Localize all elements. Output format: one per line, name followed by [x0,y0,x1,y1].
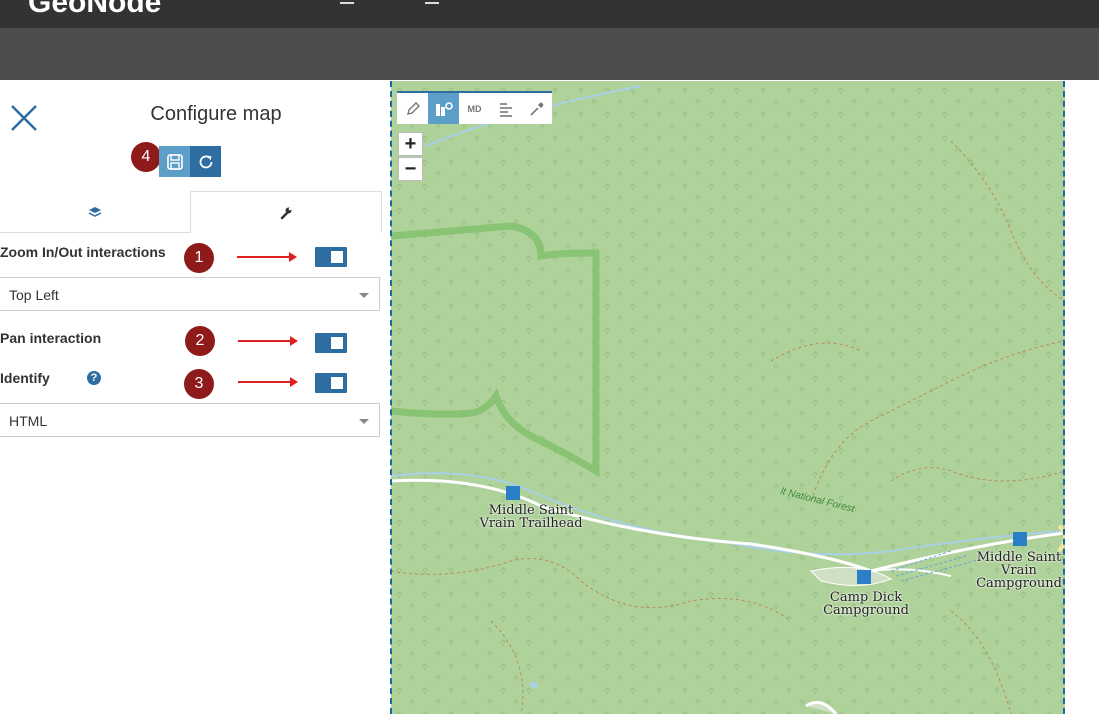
tab-tools[interactable] [190,191,382,233]
secondary-toolbar [0,28,1099,80]
pan-interaction-toggle[interactable] [315,333,347,353]
text-align-button[interactable] [490,93,521,124]
campground-icon[interactable] [1013,532,1027,546]
save-icon [166,153,183,170]
tab-layers[interactable] [0,192,190,233]
zoom-position-value: Top Left [9,287,59,303]
color-picker-button[interactable] [521,93,552,124]
annotation-badge-4: 4 [131,142,161,172]
middle-saint-vrain-campground-label: Middle Saint Vrain Campground [976,550,1062,591]
annotation-badge-1: 1 [184,243,214,273]
refresh-icon [199,155,212,168]
map-settings-button[interactable] [428,93,459,124]
map-features [391,81,1065,714]
align-left-icon [499,102,512,117]
campground-icon[interactable] [857,570,871,584]
chevron-down-icon [359,419,369,424]
zoom-interactions-label: Zoom In/Out interactions [0,244,166,260]
app-logo[interactable]: GeoNode [28,0,161,20]
camp-dick-label: Camp Dick Campground [823,590,909,618]
reset-button[interactable] [190,146,221,177]
annotation-badge-3: 3 [184,369,214,399]
top-navbar: GeoNode [0,0,1099,28]
identify-label: Identify [0,370,50,386]
zoom-position-select[interactable]: Top Left [0,277,380,311]
layers-icon [88,207,102,217]
right-gutter [1067,81,1099,714]
markdown-button[interactable]: MD [459,93,490,124]
zoom-interactions-toggle[interactable] [315,247,347,267]
identify-format-value: HTML [9,413,48,429]
map-gear-icon [435,101,453,116]
wrench-icon [280,207,292,219]
trailhead-icon[interactable] [506,486,520,500]
annotation-arrow [238,377,298,387]
map-toolbar: MD [397,91,552,124]
chevron-down-icon [359,293,369,298]
zoom-out-button[interactable]: − [398,157,423,181]
draw-tool-button[interactable] [397,93,428,124]
help-icon[interactable]: ? [87,371,101,385]
identify-format-select[interactable]: HTML [0,403,380,437]
nav-link[interactable] [425,0,439,4]
identify-toggle[interactable] [315,373,347,393]
eyedropper-icon [529,102,543,116]
annotation-arrow [237,252,297,262]
zoom-in-button[interactable]: + [398,132,423,156]
save-button[interactable] [159,146,190,177]
nav-link[interactable] [340,0,354,4]
panel-action-buttons [159,146,221,177]
annotation-badge-2: 2 [185,326,215,356]
trailhead-label: Middle Saint Vrain Trailhead [479,503,583,531]
panel-title: Configure map [150,103,282,125]
map-canvas[interactable]: lt National Forest Middle Saint Vrain Tra… [391,81,1065,714]
pan-interaction-label: Pan interaction [0,330,102,346]
pencil-icon [406,101,420,115]
annotation-arrow [238,336,298,346]
